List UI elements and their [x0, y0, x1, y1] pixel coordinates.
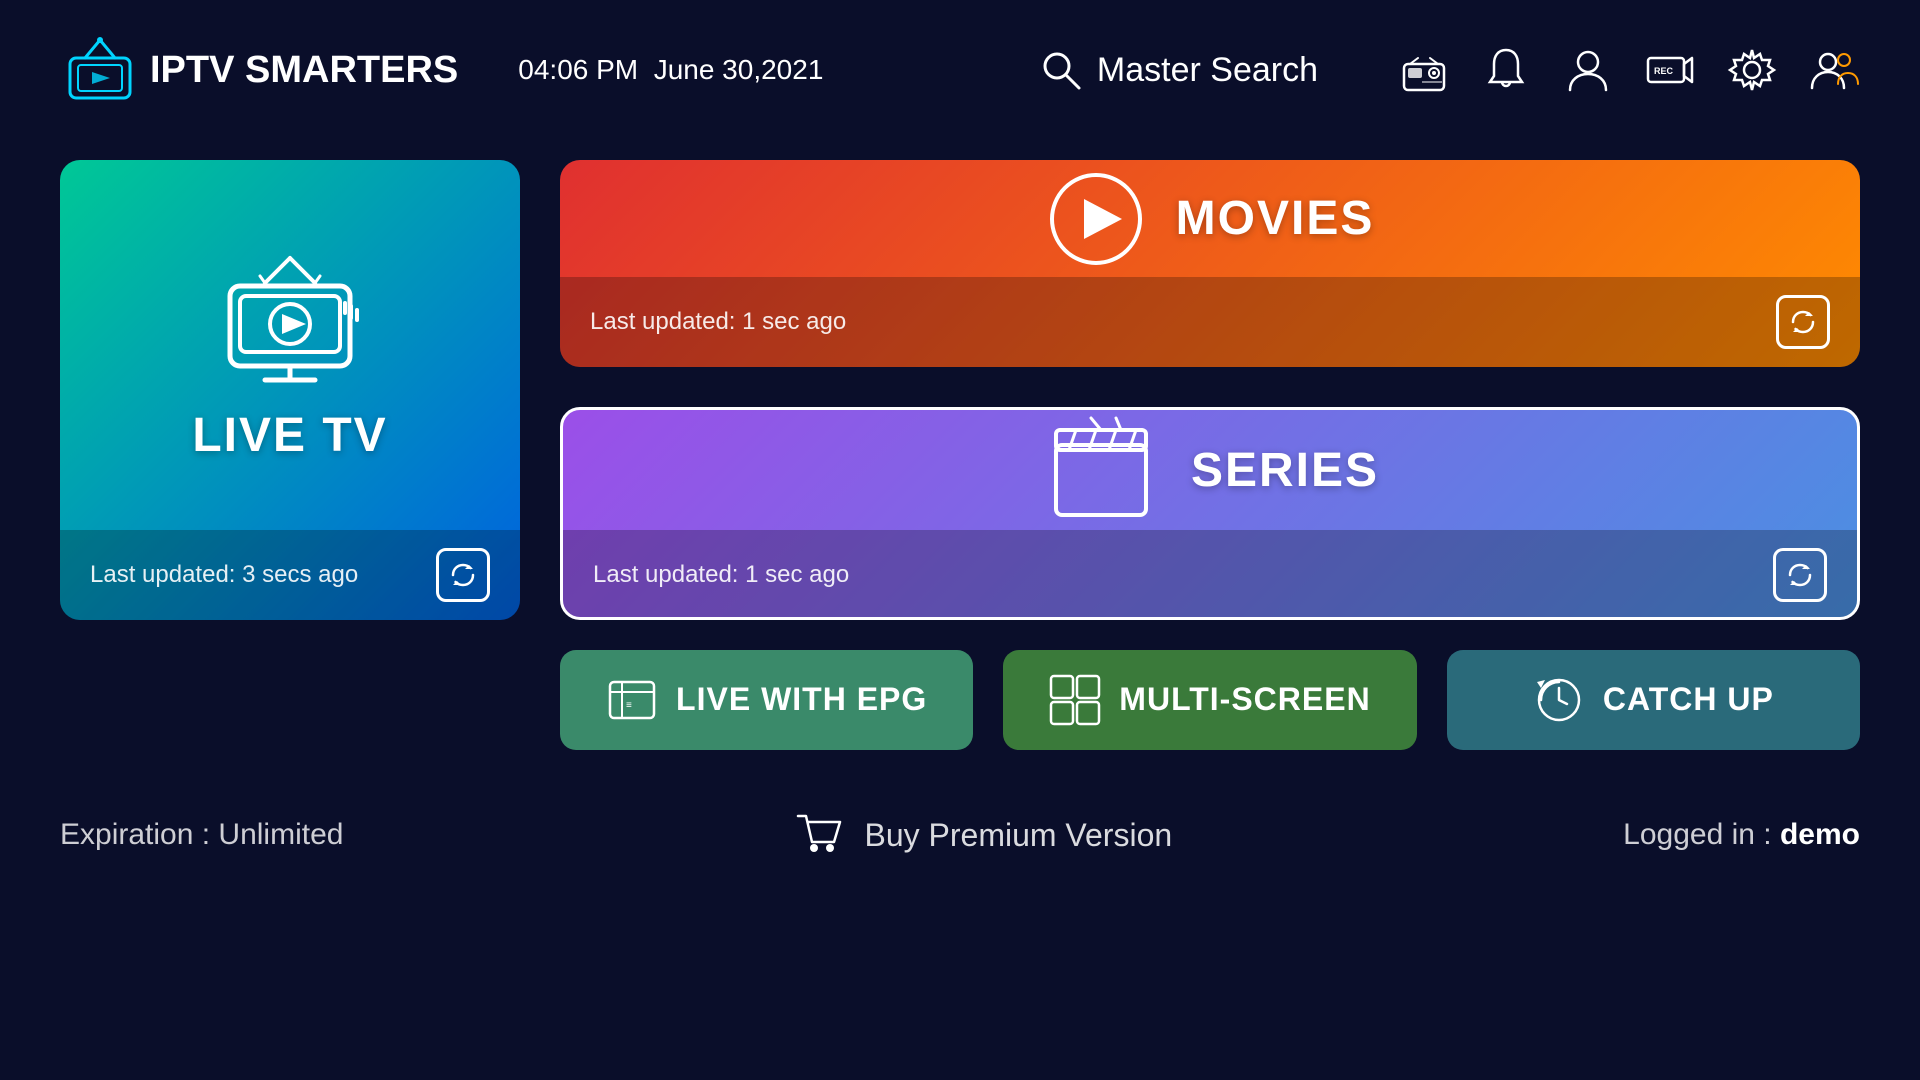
record-icon[interactable]: REC — [1644, 44, 1696, 96]
footer: Expiration : Unlimited Buy Premium Versi… — [0, 790, 1920, 880]
cards-row: LIVE TV Last updated: 3 secs ago — [60, 160, 1860, 620]
user-icon[interactable] — [1562, 44, 1614, 96]
live-tv-card[interactable]: LIVE TV Last updated: 3 secs ago — [60, 160, 520, 620]
movies-title: MOVIES — [1176, 191, 1375, 246]
movies-update-text: Last updated: 1 sec ago — [590, 308, 846, 336]
expiration-area: Expiration : Unlimited — [60, 818, 343, 852]
live-tv-title: LIVE TV — [192, 408, 387, 463]
logo-icon — [60, 30, 140, 110]
series-refresh-button[interactable] — [1773, 548, 1827, 602]
expiration-text: Expiration : Unlimited — [60, 818, 343, 851]
nav-icons: REC — [1398, 44, 1860, 96]
movies-play-icon — [1046, 169, 1146, 269]
datetime: 04:06 PM June 30,2021 — [518, 54, 823, 86]
movies-card[interactable]: MOVIES Last updated: 1 sec ago — [560, 160, 1860, 367]
movies-refresh-button[interactable] — [1776, 295, 1830, 349]
series-update-text: Last updated: 1 sec ago — [593, 561, 849, 589]
bottom-action-row: ≡ LIVE WITH EPG MULTI-SCREEN CATCH UP — [560, 650, 1860, 750]
live-tv-refresh-button[interactable] — [436, 548, 490, 602]
catchup-button[interactable]: CATCH UP — [1447, 650, 1860, 750]
catchup-label: CATCH UP — [1603, 682, 1774, 717]
series-card[interactable]: SERIES Last updated: 1 sec ago — [560, 407, 1860, 620]
logo: IPTV SMARTERS — [60, 30, 458, 110]
live-epg-icon: ≡ — [606, 674, 658, 726]
movies-card-inner: MOVIES — [560, 160, 1860, 277]
header: IPTV SMARTERS 04:06 PM June 30,2021 Mast… — [0, 0, 1920, 140]
live-tv-update-text: Last updated: 3 secs ago — [90, 561, 358, 589]
bell-icon[interactable] — [1480, 44, 1532, 96]
logo-text: IPTV SMARTERS — [150, 49, 458, 92]
logged-in-area: Logged in : demo — [1623, 818, 1860, 852]
svg-text:≡: ≡ — [626, 700, 632, 711]
cart-icon — [794, 810, 844, 860]
live-tv-footer: Last updated: 3 secs ago — [60, 530, 520, 620]
series-card-inner: SERIES — [563, 410, 1857, 530]
buy-premium-button[interactable]: Buy Premium Version — [794, 810, 1172, 860]
live-epg-button[interactable]: ≡ LIVE WITH EPG — [560, 650, 973, 750]
settings-icon[interactable] — [1726, 44, 1778, 96]
live-tv-card-inner: LIVE TV — [60, 160, 520, 530]
right-cards: MOVIES Last updated: 1 sec ago — [560, 160, 1860, 620]
main-content: LIVE TV Last updated: 3 secs ago — [0, 140, 1920, 790]
series-footer: Last updated: 1 sec ago — [563, 530, 1857, 620]
series-title: SERIES — [1191, 443, 1379, 498]
users-icon[interactable] — [1808, 44, 1860, 96]
search-bar[interactable]: Master Search — [1039, 48, 1318, 92]
logged-in-text: Logged in : demo — [1623, 818, 1860, 851]
search-icon — [1039, 48, 1083, 92]
catchup-icon — [1533, 674, 1585, 726]
radio-icon[interactable] — [1398, 44, 1450, 96]
svg-text:REC: REC — [1654, 66, 1674, 76]
series-clapperboard-icon — [1041, 410, 1161, 530]
search-label: Master Search — [1097, 51, 1318, 90]
movies-footer: Last updated: 1 sec ago — [560, 277, 1860, 367]
multiscreen-label: MULTI-SCREEN — [1119, 682, 1370, 717]
live-epg-label: LIVE WITH EPG — [676, 682, 927, 717]
multiscreen-icon — [1049, 674, 1101, 726]
tv-icon — [210, 248, 370, 388]
buy-premium-text: Buy Premium Version — [864, 817, 1172, 854]
multiscreen-button[interactable]: MULTI-SCREEN — [1003, 650, 1416, 750]
